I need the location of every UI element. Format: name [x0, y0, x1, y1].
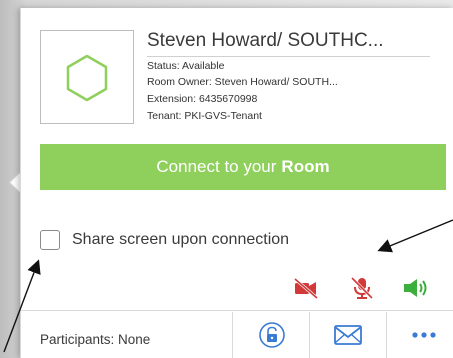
more-dots-icon [412, 332, 436, 338]
hexagon-avatar-icon [66, 54, 108, 102]
tenant-text: Tenant: PKI-GVS-Tenant [147, 110, 262, 122]
speaker-on-icon[interactable] [402, 276, 430, 300]
unlock-icon [259, 322, 285, 348]
extension-text: Extension: 6435670998 [147, 93, 258, 105]
lock-room-button[interactable] [252, 318, 292, 352]
connect-room-button[interactable]: Connect to your Room [40, 144, 446, 190]
room-owner-text: Room Owner: Steven Howard/ SOUTH... [147, 76, 338, 88]
more-options-button[interactable] [404, 318, 444, 352]
connect-button-prefix: Connect to your [156, 157, 277, 176]
contact-name: Steven Howard/ SOUTHC... [147, 30, 384, 51]
share-screen-checkbox[interactable] [40, 230, 60, 250]
share-screen-option[interactable]: Share screen upon connection [40, 228, 289, 252]
footer-separator [309, 312, 310, 358]
footer-separator [232, 312, 233, 358]
footer-divider [20, 310, 453, 311]
camera-off-icon[interactable] [292, 276, 320, 300]
participants-text: Participants: None [40, 332, 151, 347]
share-screen-label: Share screen upon connection [72, 231, 290, 248]
name-divider [147, 56, 430, 57]
envelope-icon [334, 325, 362, 345]
status-text: Status: Available [147, 60, 225, 72]
microphone-off-icon[interactable] [348, 276, 376, 300]
invite-email-button[interactable] [328, 318, 368, 352]
footer-separator [386, 312, 387, 358]
connect-button-emphasis: Room [281, 157, 330, 176]
avatar [40, 30, 134, 124]
